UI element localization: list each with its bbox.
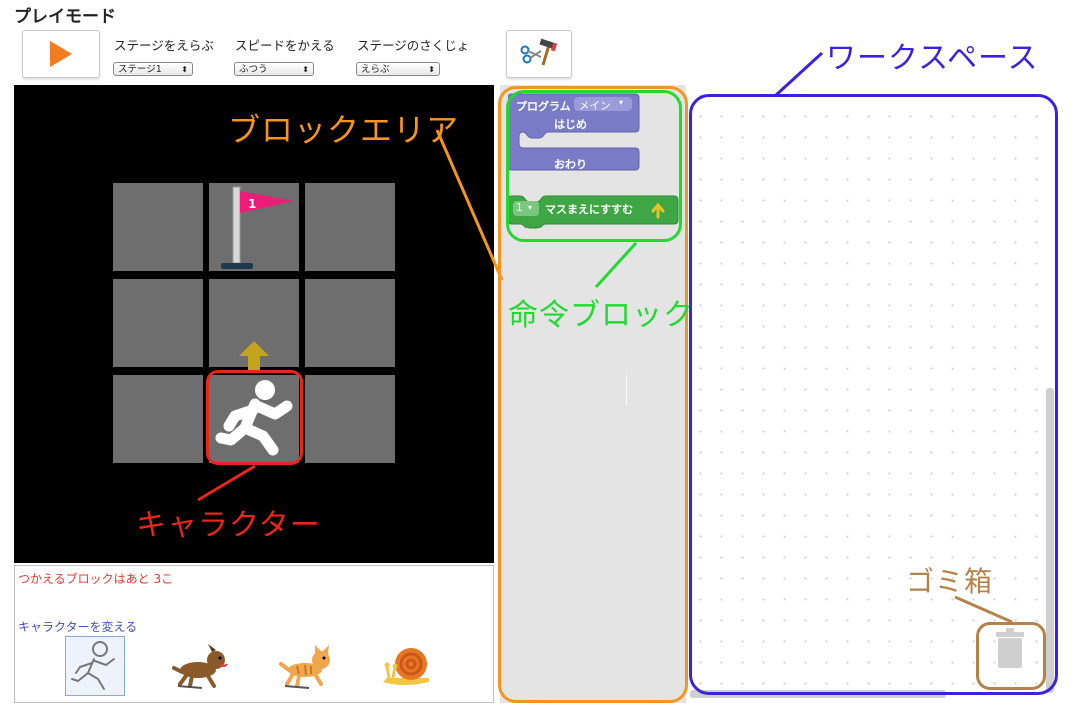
character-annotation: キャラクター [136, 508, 321, 543]
grid-tile [113, 183, 203, 271]
character-option-dog[interactable] [172, 636, 230, 694]
grid-tile [305, 183, 395, 271]
speed-select[interactable]: ふつう ⬍ [234, 62, 314, 76]
up-arrow-icon [239, 341, 269, 373]
stage-view: 1 [14, 85, 494, 563]
speed-select-label: スピードをかえる [235, 38, 335, 53]
play-button[interactable] [22, 30, 100, 78]
tools-button[interactable] [506, 30, 572, 78]
command-block-annotation: 命令ブロック [508, 298, 694, 333]
block-area-annotation: ブロックエリア [228, 111, 460, 149]
workspace-annotation: ワークスペース [826, 41, 1039, 76]
trash-highlight [976, 622, 1046, 690]
flag-number: 1 [248, 197, 256, 211]
page-title: プレイモード [14, 7, 116, 27]
delete-stage-select-value: えらぶ [361, 64, 390, 75]
delete-stage-label: ステージのさくじょ [357, 38, 470, 53]
info-panel: つかえるブロックはあと 3こ キャラクターを変える [14, 565, 494, 703]
play-icon [50, 41, 72, 67]
character-highlight [206, 370, 303, 465]
character-option-cat[interactable] [277, 636, 335, 694]
command-block-highlight [506, 90, 682, 242]
grid-tile [305, 279, 395, 367]
dog-icon [172, 644, 228, 689]
delete-stage-select[interactable]: えらぶ ⬍ [356, 62, 440, 76]
speed-select-value: ふつう [239, 64, 268, 75]
grid-tile [113, 375, 203, 463]
tools-icon [520, 38, 558, 66]
character-option-snail[interactable] [379, 636, 437, 694]
grid-tile [113, 279, 203, 367]
change-character-label: キャラクターを変える [18, 620, 138, 634]
grid-tile [305, 375, 395, 463]
blocks-remaining-text: つかえるブロックはあと 3こ [18, 572, 174, 586]
snail-icon [383, 648, 429, 685]
stage-select-label: ステージをえらぶ [114, 38, 214, 53]
runner-icon [71, 641, 115, 690]
stage-select-value: ステージ1 [118, 64, 162, 75]
trash-annotation: ゴミ箱 [906, 565, 994, 598]
workspace-highlight [689, 94, 1058, 695]
stage-select[interactable]: ステージ1 ⬍ [113, 62, 193, 76]
flag-icon: 1 [221, 186, 293, 269]
character-option-runner[interactable] [65, 636, 125, 696]
cat-icon [279, 645, 330, 689]
